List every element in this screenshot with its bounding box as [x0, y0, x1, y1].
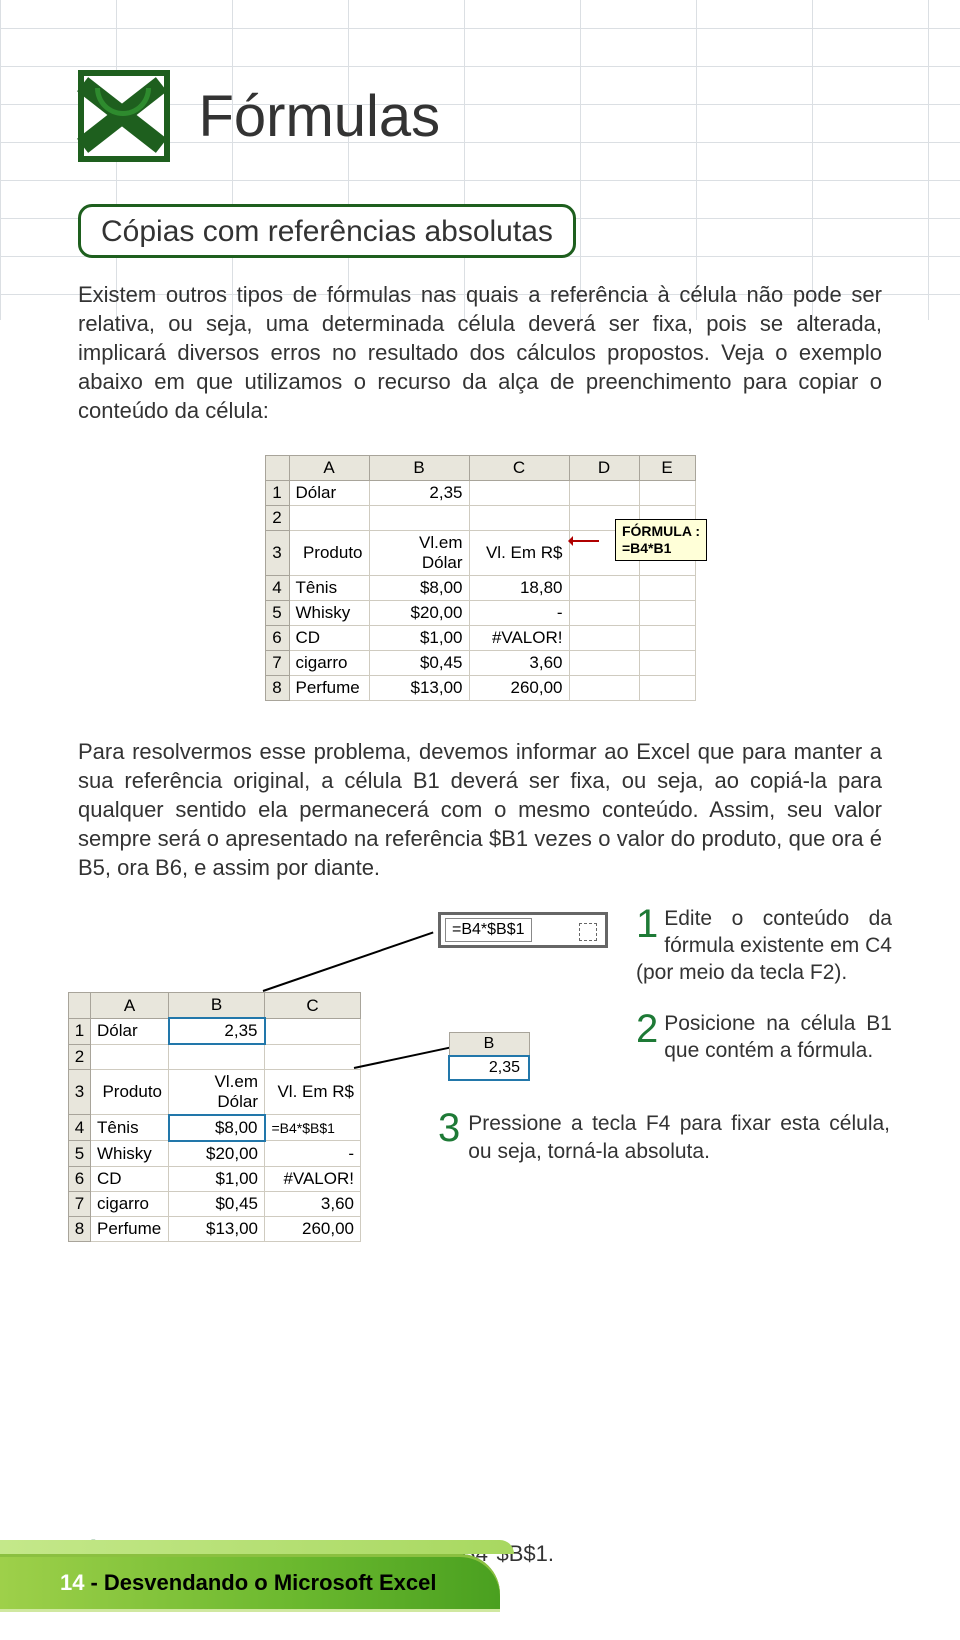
step-number: 2 — [636, 1011, 658, 1047]
page-number: 14 — [60, 1570, 84, 1596]
col-header: A — [91, 993, 169, 1019]
page-content: Fórmulas Cópias com referências absoluta… — [0, 0, 960, 1577]
mini-cell-callout: B 2,35 — [448, 1032, 530, 1081]
col-header: D — [569, 456, 639, 481]
col-header: C — [265, 993, 361, 1019]
step-1: 1 Edite o conteúdo da fórmula existente … — [636, 906, 892, 987]
callout-arrow-icon — [569, 540, 599, 542]
sheet1-table: A B C D E 1Dólar2,35 2 3ProdutoVl.em Dól… — [265, 455, 696, 701]
col-header: B — [369, 456, 469, 481]
explanation-paragraph: Para resolvermos esse problema, devemos … — [78, 737, 882, 882]
formula-bar-text: =B4*$B$1 — [445, 918, 532, 942]
table-row: 3ProdutoVl.em DólarVl. Em R$ — [69, 1069, 361, 1115]
col-header: C — [469, 456, 569, 481]
title-row: Fórmulas — [78, 70, 882, 162]
formula-bar: =B4*$B$1 — [438, 912, 608, 948]
formula-tooltip: FÓRMULA : =B4*B1 — [615, 519, 707, 561]
table-row: 8Perfume$13,00260,00 — [69, 1216, 361, 1241]
col-header: B — [449, 1033, 529, 1057]
col-header: E — [639, 456, 695, 481]
section-heading: Cópias com referências absolutas — [78, 204, 576, 258]
connector-line-icon — [263, 932, 434, 992]
selection-handle-icon — [579, 923, 597, 941]
intro-paragraph: Existem outros tipos de fórmulas nas qua… — [78, 280, 882, 425]
table-row: 6CD$1,00#VALOR! — [69, 1166, 361, 1191]
table-row: 2 — [69, 1044, 361, 1069]
sheet2-table: A B C 1Dólar2,35 2 3ProdutoVl.em DólarVl… — [68, 992, 361, 1242]
spreadsheet-example-1: A B C D E 1Dólar2,35 2 3ProdutoVl.em Dól… — [255, 455, 705, 701]
step-text: Pressione a tecla F4 para fixar esta cél… — [438, 1110, 890, 1165]
table-row: 7cigarro$0,453,60 — [69, 1191, 361, 1216]
figure-steps-row: =B4*$B$1 A B C 1Dólar2,35 2 3ProdutoVl.e… — [78, 912, 882, 1232]
footer-text: - Desvendando o Microsoft Excel — [90, 1570, 436, 1596]
table-row: 5Whisky$20,00- — [69, 1141, 361, 1167]
step-3: 3 Pressione a tecla F4 para fixar esta c… — [438, 1110, 890, 1165]
table-row: 1Dólar2,35 — [69, 1018, 361, 1044]
table-row: 7cigarro$0,453,60 — [265, 651, 695, 676]
page-title: Fórmulas — [198, 83, 440, 150]
table-row: 4Tênis$8,0018,80 — [265, 576, 695, 601]
col-header: B — [169, 993, 265, 1019]
steps-column: 1 Edite o conteúdo da fórmula existente … — [636, 906, 892, 1088]
step-number: 3 — [438, 1110, 460, 1146]
step-text: Posicione na célula B1 que contém a fórm… — [636, 1011, 892, 1065]
tooltip-line: FÓRMULA : — [622, 523, 700, 540]
excel-icon — [78, 70, 170, 162]
step-2: 2 Posicione na célula B1 que contém a fó… — [636, 1011, 892, 1065]
tooltip-line: =B4*B1 — [622, 540, 700, 557]
col-header: A — [289, 456, 369, 481]
table-row: 4Tênis$8,00=B4*$B$1 — [69, 1115, 361, 1141]
table-row: 8Perfume$13,00260,00 — [265, 676, 695, 701]
cell-value: 2,35 — [449, 1056, 529, 1080]
step-text: Edite o conteúdo da fórmula existente em… — [636, 906, 892, 987]
step-number: 1 — [636, 906, 658, 942]
footer-tab: 14 - Desvendando o Microsoft Excel — [0, 1554, 500, 1612]
table-row: 1Dólar2,35 — [265, 481, 695, 506]
connector-line-icon — [354, 1047, 452, 1070]
table-row: 5Whisky$20,00- — [265, 601, 695, 626]
table-row: 6CD$1,00#VALOR! — [265, 626, 695, 651]
